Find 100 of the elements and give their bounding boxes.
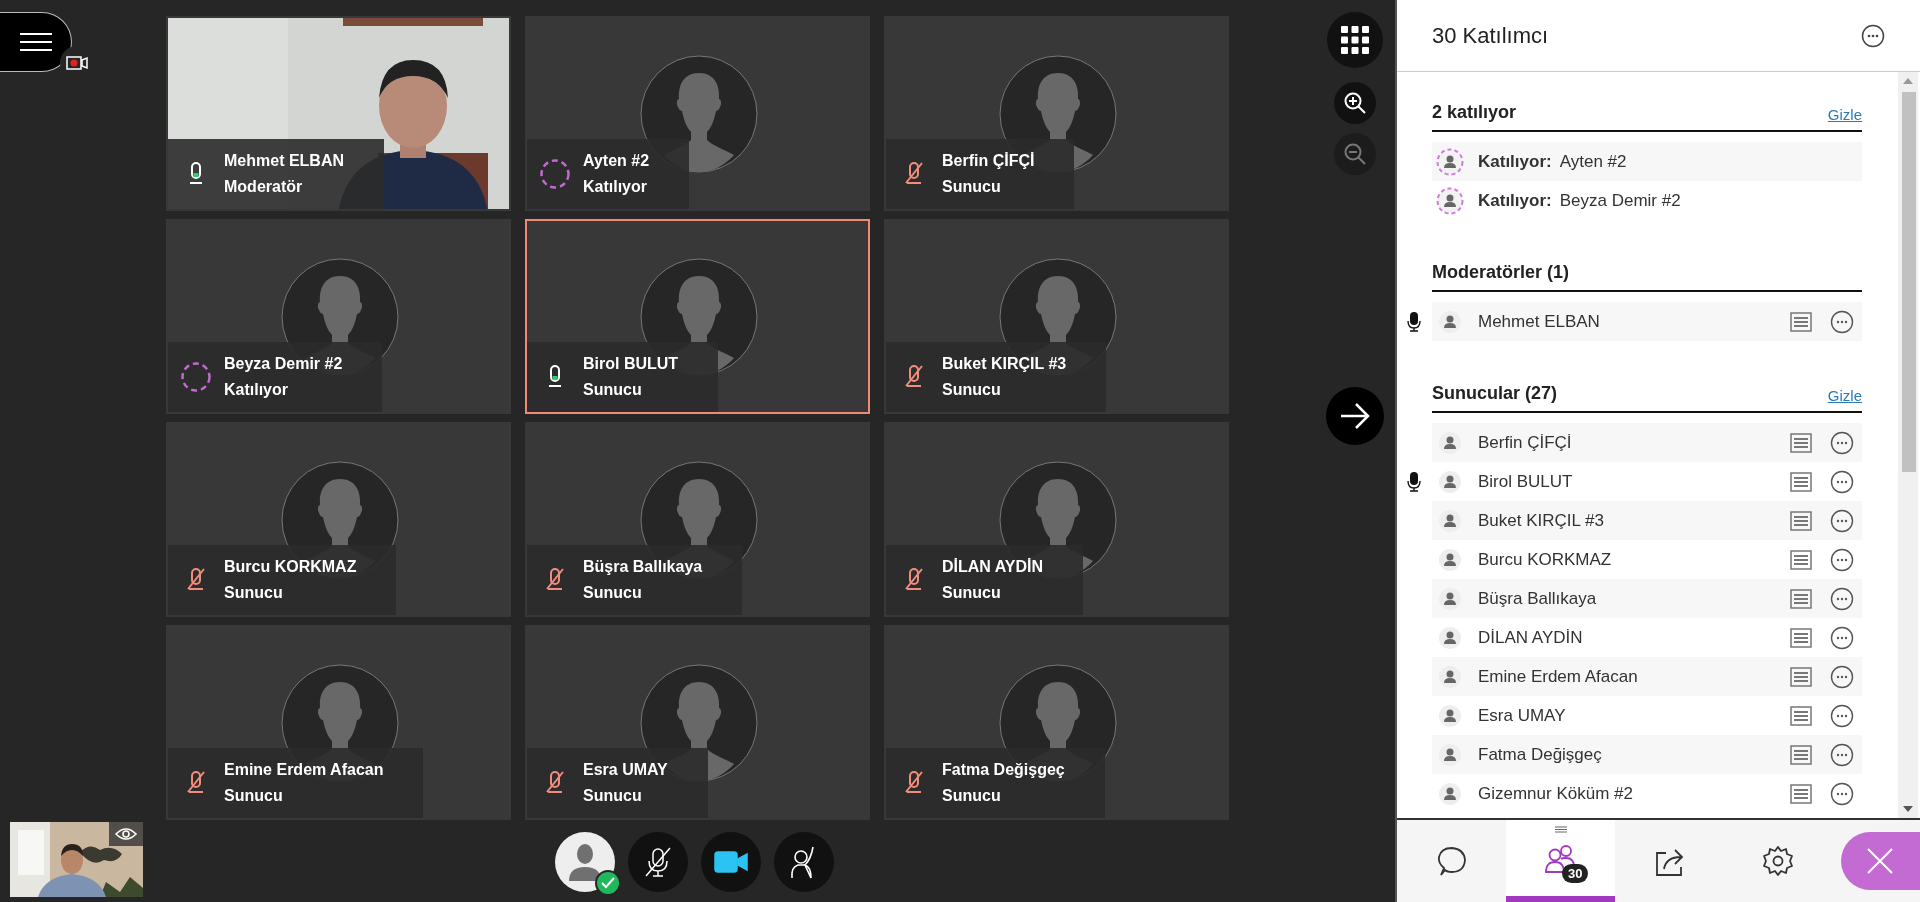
section-heading: 2 katılıyor	[1432, 101, 1517, 124]
scroll-down-icon[interactable]	[1903, 806, 1913, 812]
video-tile[interactable]: Fatma Değişgeç Sunucu	[884, 625, 1229, 820]
close-button[interactable]	[1840, 832, 1920, 890]
participant-name: Beyza Demir #2	[224, 354, 343, 374]
arrow-right-icon	[1339, 402, 1371, 430]
list-icon	[1790, 588, 1812, 609]
more-options-icon[interactable]	[1830, 508, 1854, 533]
participant-name: Gizemnur Köküm #2	[1478, 782, 1634, 805]
more-options-icon[interactable]	[1830, 781, 1854, 806]
zoom-out-button[interactable]	[1334, 133, 1376, 175]
participant-name: Berfin ÇİFÇİ	[942, 151, 1035, 171]
participant-role: Sunucu	[942, 380, 1002, 400]
participant-name: Ayten #2	[583, 151, 650, 171]
more-options-icon[interactable]	[1830, 664, 1854, 689]
video-tile[interactable]: DİLAN AYDİN Sunucu	[884, 422, 1229, 617]
grid-view-button[interactable]	[1327, 12, 1383, 68]
status-button[interactable]	[555, 832, 615, 892]
list-icon	[1790, 471, 1812, 492]
participant-role: Sunucu	[942, 583, 1002, 603]
participant-name: Berfin ÇİFÇİ	[1478, 431, 1573, 454]
drag-handle-icon[interactable]	[1554, 826, 1567, 833]
participant-role: Moderatör	[224, 177, 304, 197]
list-icon	[1790, 510, 1812, 531]
participant-row[interactable]: Emine Erdem Afacan	[1432, 657, 1862, 696]
list-icon	[1790, 666, 1812, 687]
person-icon	[568, 843, 602, 881]
participant-role: Sunucu	[583, 380, 643, 400]
panel-title: 30 Katılımcı	[1432, 22, 1549, 50]
more-options-icon[interactable]	[1830, 586, 1854, 611]
participant-name: Büşra Ballıkaya	[1478, 587, 1598, 610]
participant-name: Birol BULUT	[1478, 470, 1574, 493]
status-label: Katılıyor:	[1478, 150, 1552, 173]
zoom-in-icon	[1343, 91, 1367, 115]
more-options-icon[interactable]	[1861, 23, 1885, 48]
more-options-icon[interactable]	[1830, 469, 1854, 494]
section-heading: Moderatörler (1)	[1432, 261, 1570, 284]
list-icon	[1790, 432, 1812, 453]
video-tile[interactable]: Esra UMAY Sunucu	[525, 625, 870, 820]
video-tile[interactable]: Birol BULUT Sunucu	[525, 219, 870, 414]
more-options-icon[interactable]	[1830, 430, 1854, 455]
video-tile[interactable]: Ayten #2 Katılıyor	[525, 16, 870, 211]
speech-bubble-icon	[1435, 845, 1468, 877]
participant-name: Burcu KORKMAZ	[224, 557, 357, 577]
scrollbar[interactable]	[1898, 72, 1918, 818]
more-options-icon[interactable]	[1830, 547, 1854, 572]
more-options-icon[interactable]	[1830, 625, 1854, 650]
participant-name: Birol BULUT	[583, 354, 679, 374]
participant-row[interactable]: Buket KIRÇIL #3	[1432, 501, 1862, 540]
participant-name: Buket KIRÇIL #3	[942, 354, 1067, 374]
grid-icon	[1340, 25, 1370, 55]
zoom-in-button[interactable]	[1334, 82, 1376, 124]
participant-name: Esra UMAY	[583, 760, 668, 780]
participant-row[interactable]: Katılıyor: Ayten #2	[1432, 142, 1862, 181]
participant-name: Fatma Değişgeç	[1478, 743, 1603, 766]
list-icon	[1790, 627, 1812, 648]
participant-name: Buket KIRÇIL #3	[1478, 509, 1605, 532]
hide-link[interactable]: Gizle	[1827, 384, 1862, 407]
participant-role: Sunucu	[224, 583, 284, 603]
participant-name: Ayten #2	[1559, 150, 1627, 173]
hide-link[interactable]: Gizle	[1827, 103, 1862, 126]
participant-name: Emine Erdem Afacan	[1478, 665, 1639, 688]
status-label: Katılıyor:	[1478, 189, 1552, 212]
participant-name: Büşra Ballıkaya	[583, 557, 703, 577]
list-icon	[1790, 549, 1812, 570]
video-tile[interactable]: Burcu KORKMAZ Sunucu	[166, 422, 511, 617]
video-tile[interactable]: Berfin ÇİFÇİ Sunucu	[884, 16, 1229, 211]
more-options-icon[interactable]	[1830, 309, 1854, 334]
participant-role: Sunucu	[583, 786, 643, 806]
participant-row[interactable]: Büşra Ballıkaya	[1432, 579, 1862, 618]
participant-name: Burcu KORKMAZ	[1478, 548, 1613, 571]
list-icon	[1790, 744, 1812, 765]
menu-button[interactable]	[0, 12, 72, 72]
participant-row[interactable]: Berfin ÇİFÇİ	[1432, 423, 1862, 462]
more-options-icon[interactable]	[1830, 742, 1854, 767]
participant-role: Sunucu	[583, 583, 643, 603]
participant-row[interactable]: Fatma Değişgeç	[1432, 735, 1862, 774]
zoom-out-icon	[1343, 142, 1367, 166]
menu-icon	[19, 32, 52, 52]
video-tile[interactable]: Beyza Demir #2 Katılıyor	[166, 219, 511, 414]
joining-avatar-icon	[1436, 186, 1464, 215]
eye-icon[interactable]	[115, 827, 137, 841]
video-tile[interactable]: Emine Erdem Afacan Sunucu	[166, 625, 511, 820]
panel-tab[interactable]: 30	[1505, 820, 1615, 902]
status-check-icon	[595, 870, 621, 896]
participant-name: Esra UMAY	[1478, 704, 1567, 727]
close-icon	[1866, 847, 1895, 875]
section-heading: Sunucular (27)	[1432, 382, 1558, 405]
video-tile[interactable]: Mehmet ELBAN Moderatör	[166, 16, 511, 211]
participant-role: Katılıyor	[583, 177, 648, 197]
video-tile[interactable]: Büşra Ballıkaya Sunucu	[525, 422, 870, 617]
joining-avatar-icon	[1436, 147, 1464, 176]
video-tile[interactable]: Buket KIRÇIL #3 Sunucu	[884, 219, 1229, 414]
participant-name: Emine Erdem Afacan	[224, 760, 384, 780]
more-options-icon[interactable]	[1830, 703, 1854, 728]
list-icon	[1790, 705, 1812, 726]
participant-name: DİLAN AYDİN	[1478, 626, 1584, 649]
settings-icon	[1762, 845, 1795, 877]
participant-role: Sunucu	[942, 786, 1002, 806]
count-badge: 30	[1561, 864, 1589, 883]
